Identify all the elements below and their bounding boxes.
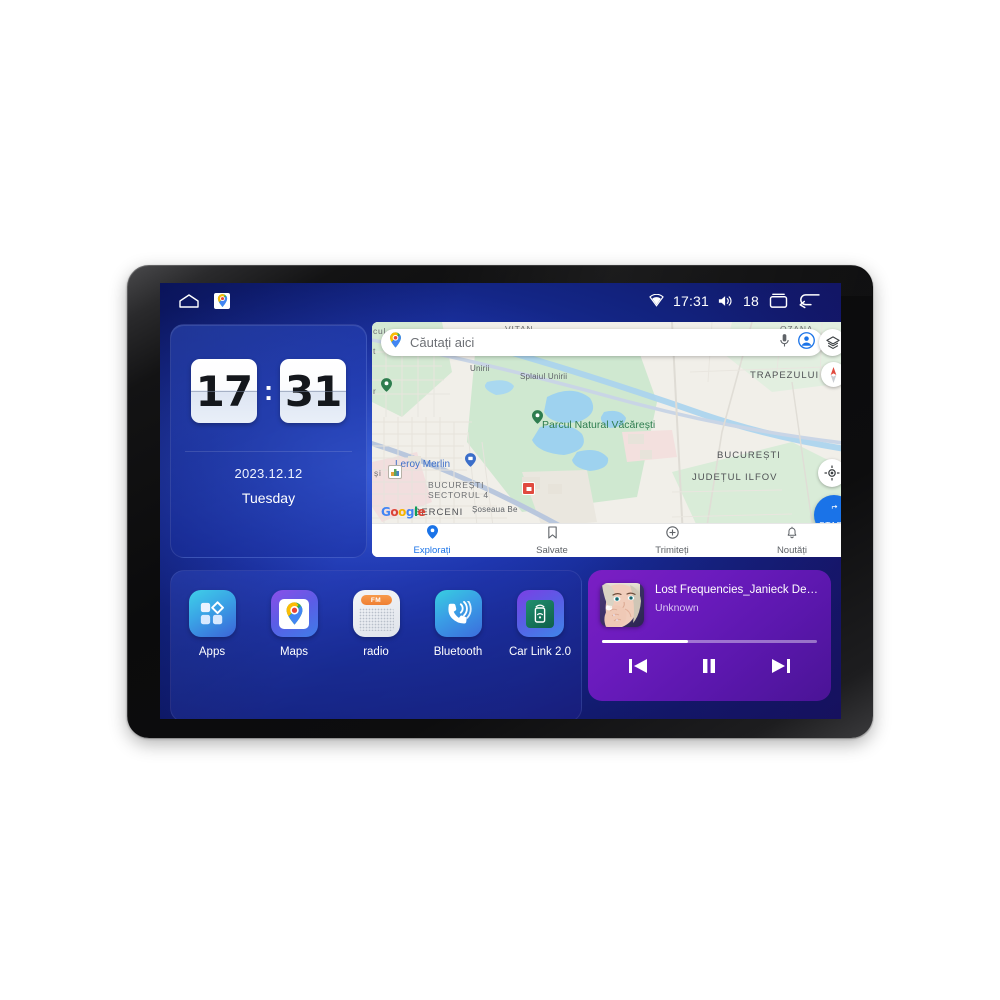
status-bar-left bbox=[160, 292, 230, 309]
explore-pin-icon bbox=[426, 525, 438, 544]
volume-level: 18 bbox=[743, 292, 759, 309]
clock-widget[interactable]: 17 : 31 2023.12.12 Tuesday bbox=[170, 324, 367, 558]
clock-date: 2023.12.12 bbox=[234, 466, 303, 481]
map-canvas[interactable] bbox=[372, 322, 841, 557]
contribute-plus-icon bbox=[665, 525, 679, 544]
app-item-apps[interactable]: Apps bbox=[176, 590, 248, 658]
google-maps-glyph bbox=[279, 598, 309, 629]
album-art bbox=[600, 583, 644, 627]
music-controls bbox=[588, 656, 831, 676]
app-item-radio[interactable]: FM radio bbox=[340, 590, 412, 658]
map-nav-label: Salvate bbox=[536, 544, 568, 556]
status-bar: 17:31 18 bbox=[160, 283, 841, 318]
bell-updates-icon bbox=[786, 526, 798, 544]
radio-speaker-grille bbox=[358, 608, 394, 631]
map-search-input[interactable]: Căutați aici bbox=[410, 335, 771, 350]
music-player-widget[interactable]: Lost Frequencies_Janieck Devy-... Unknow… bbox=[588, 570, 831, 701]
google-maps-icon[interactable] bbox=[270, 590, 318, 637]
radio-fm-badge: FM bbox=[360, 595, 392, 605]
map-poi-badge-square[interactable] bbox=[388, 465, 402, 479]
app-label: Bluetooth bbox=[433, 646, 483, 658]
map-poi-marker-left[interactable] bbox=[381, 378, 392, 397]
music-metadata: Lost Frequencies_Janieck Devy-... Unknow… bbox=[655, 583, 819, 627]
clock-divider bbox=[185, 451, 352, 452]
map-bottom-nav: Explorați Salvate Trimiteți Noutăți bbox=[372, 523, 841, 557]
account-avatar-icon[interactable] bbox=[798, 331, 815, 354]
music-track-title: Lost Frequencies_Janieck Devy-... bbox=[655, 584, 819, 596]
flip-clock: 17 : 31 bbox=[171, 325, 366, 423]
status-bar-time: 17:31 bbox=[672, 292, 710, 309]
wifi-icon bbox=[649, 294, 664, 307]
map-nav-noutăți[interactable]: Noutăți bbox=[732, 526, 841, 556]
google-maps-widget[interactable]: VITANOZANAUniriiSplaiul UniriiTRAPEZULUI… bbox=[372, 322, 841, 557]
clock-weekday: Tuesday bbox=[241, 490, 296, 506]
head-unit-screen[interactable]: 17:31 18 17: 31 2023.12.12 Tuesday Unir… bbox=[160, 283, 841, 719]
map-nav-explorați[interactable]: Explorați bbox=[372, 525, 492, 556]
map-nav-trimiteți[interactable]: Trimiteți bbox=[612, 525, 732, 556]
app-item-bluetooth[interactable]: Bluetooth bbox=[422, 590, 494, 658]
map-nav-label: Explorați bbox=[413, 545, 451, 556]
google-attribution-logo: Google bbox=[381, 505, 426, 519]
app-item-maps[interactable]: Maps bbox=[258, 590, 330, 658]
volume-icon[interactable] bbox=[718, 294, 734, 308]
clock-minutes: 31 bbox=[280, 359, 347, 423]
screenshot-stage: 17:31 18 17: 31 2023.12.12 Tuesday Unir… bbox=[0, 0, 1000, 1000]
map-poi-marker-park[interactable] bbox=[532, 410, 543, 429]
map-incident-marker[interactable] bbox=[522, 482, 535, 495]
app-label: radio bbox=[363, 646, 389, 658]
next-track-button[interactable] bbox=[770, 656, 792, 676]
map-poi-marker-leroy[interactable] bbox=[465, 453, 476, 472]
app-item-car-link-2-0[interactable]: Car Link 2.0 bbox=[504, 590, 576, 658]
google-maps-pin-icon bbox=[389, 332, 402, 353]
app-label: Car Link 2.0 bbox=[508, 646, 571, 658]
map-nav-label: Noutăți bbox=[776, 544, 808, 556]
car-link-icon[interactable] bbox=[516, 590, 564, 637]
music-progress-bar[interactable] bbox=[602, 640, 817, 643]
previous-track-button[interactable] bbox=[627, 656, 649, 676]
bookmark-icon bbox=[547, 525, 558, 544]
music-artist-name: Unknown bbox=[655, 602, 699, 614]
car-link-glyph bbox=[526, 599, 554, 628]
status-bar-right: 17:31 18 bbox=[649, 292, 841, 309]
app-label: Maps bbox=[279, 646, 309, 658]
music-progress-fill bbox=[602, 640, 688, 643]
app-label: Apps bbox=[198, 646, 226, 658]
apps-dock: Apps Maps FM radio Bluetooth Car Link 2.0 bbox=[170, 570, 582, 719]
home-icon[interactable] bbox=[178, 293, 200, 309]
map-nav-salvate[interactable]: Salvate bbox=[492, 525, 612, 556]
fm-radio-icon[interactable]: FM bbox=[352, 590, 400, 637]
back-arrow-icon[interactable] bbox=[798, 292, 821, 309]
apps-grid-icon[interactable] bbox=[188, 590, 236, 637]
play-pause-button[interactable] bbox=[699, 656, 719, 676]
map-my-location-button[interactable] bbox=[818, 459, 841, 487]
clock-separator: : bbox=[263, 375, 274, 406]
music-info-row: Lost Frequencies_Janieck Devy-... Unknow… bbox=[588, 570, 831, 627]
map-nav-label: Trimiteți bbox=[655, 544, 689, 556]
map-compass-button[interactable] bbox=[821, 362, 841, 387]
navigation-arrow-icon bbox=[828, 501, 841, 519]
bluetooth-phone-icon[interactable] bbox=[434, 590, 482, 637]
clock-hours: 17 bbox=[190, 359, 257, 423]
google-maps-icon[interactable] bbox=[214, 292, 230, 309]
map-layers-button[interactable] bbox=[819, 329, 841, 356]
microphone-icon[interactable] bbox=[779, 333, 790, 353]
recent-apps-icon[interactable] bbox=[768, 293, 789, 309]
map-search-bar[interactable]: Căutați aici bbox=[381, 329, 823, 356]
